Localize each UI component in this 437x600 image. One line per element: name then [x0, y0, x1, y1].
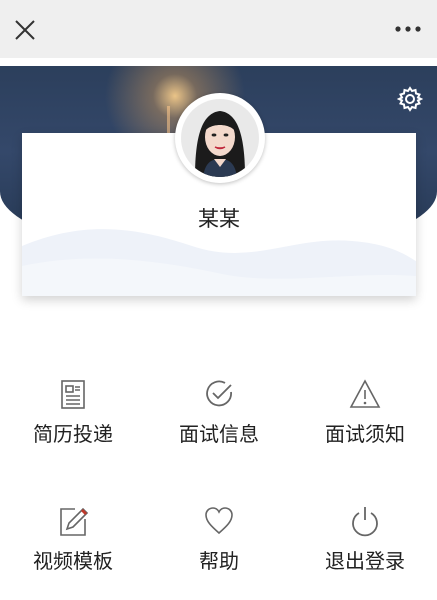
menu-item-interview-notice[interactable]: 面试须知 [292, 378, 437, 447]
menu-label: 面试信息 [179, 422, 259, 446]
top-bar [0, 0, 437, 58]
menu-label: 面试须知 [325, 422, 405, 446]
menu-label: 简历投递 [33, 422, 113, 446]
resume-icon [61, 380, 85, 409]
menu-label: 视频模板 [33, 549, 113, 573]
menu-item-interview-info[interactable]: 面试信息 [146, 378, 292, 447]
menu-item-video-template[interactable]: 视频模板 [0, 505, 146, 574]
close-icon[interactable] [12, 17, 38, 43]
menu-item-help[interactable]: 帮助 [146, 505, 292, 574]
power-icon [352, 507, 378, 537]
menu-item-resume[interactable]: 简历投递 [0, 378, 146, 447]
avatar[interactable] [175, 93, 265, 183]
edit-note-icon [60, 507, 89, 536]
gear-icon[interactable] [397, 86, 423, 112]
more-icon[interactable] [393, 22, 423, 36]
menu-label: 帮助 [199, 549, 239, 573]
menu-label: 退出登录 [325, 549, 405, 573]
heart-icon [205, 507, 233, 535]
check-circle-icon [206, 380, 232, 407]
warning-icon [349, 379, 381, 408]
menu-item-logout[interactable]: 退出登录 [292, 505, 437, 574]
profile-name: 某某 [198, 207, 240, 231]
